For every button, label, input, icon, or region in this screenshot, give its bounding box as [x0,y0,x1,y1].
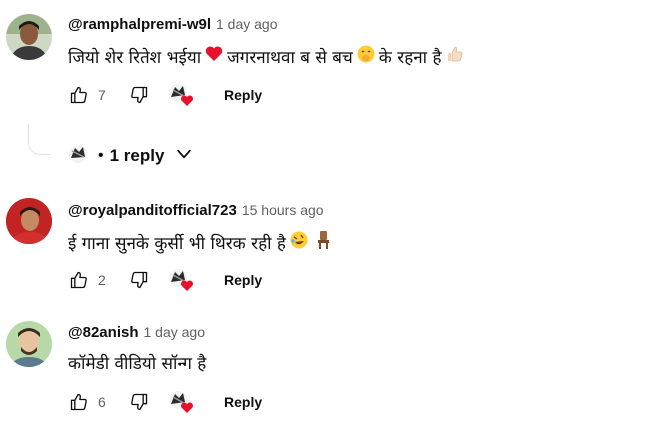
comment-header: @royalpanditofficial723 15 hours ago [68,202,324,219]
comment-header: @ramphalpremi-w9l 1 day ago [68,16,278,33]
avatar[interactable] [6,198,52,244]
comment-text: कॉमेडी वीडियो सॉन्ग है [68,351,206,374]
hand-over-mouth-emoji-icon [356,44,376,69]
reply-button[interactable]: Reply [224,272,262,288]
thumbs-down-icon[interactable] [128,391,150,413]
like-count: 7 [98,87,106,103]
author-handle[interactable]: @royalpanditofficial723 [68,202,237,219]
like-count: 6 [98,394,106,410]
chair-emoji-icon [315,230,333,255]
comment-text-part: ई गाना सुनके कुर्सी भी थिरक रही है [68,234,286,254]
comment-actions: 7 Reply [68,83,262,107]
creator-heart-icon[interactable] [166,267,196,293]
reply-button[interactable]: Reply [224,394,262,410]
creator-heart-icon[interactable] [166,82,196,108]
reply-button[interactable]: Reply [224,87,262,103]
comment-text: जियो शेर रितेश भईया जगरनाथवा ब से बच के … [68,44,468,69]
rolling-laughing-emoji-icon [289,230,309,255]
timestamp[interactable]: 15 hours ago [242,202,324,218]
comment-text: ई गाना सुनके कुर्सी भी थिरक रही है [68,230,336,255]
thumbs-up-icon[interactable] [68,84,90,106]
timestamp[interactable]: 1 day ago [216,16,278,32]
comment-header: @82anish 1 day ago [68,324,205,341]
timestamp[interactable]: 1 day ago [144,324,206,340]
replies-count-label: 1 reply [109,146,165,165]
thumbs-up-icon[interactable] [68,391,90,413]
view-replies-button[interactable]: • 1 reply [66,143,194,169]
author-handle[interactable]: @82anish [68,324,139,341]
thumbs-up-icon[interactable] [68,269,90,291]
avatar[interactable] [6,14,52,60]
creator-avatar-icon [66,143,90,170]
creator-heart-icon[interactable] [166,389,196,415]
comment-text-part: जगरनाथवा ब से बच [227,48,353,68]
thumbs-down-icon[interactable] [128,84,150,106]
comment-text-part: के रहना है [378,48,442,68]
thumbs-down-icon[interactable] [128,269,150,291]
comment-actions: 6 Reply [68,390,262,414]
chevron-down-icon [174,144,194,169]
author-handle[interactable]: @ramphalpremi-w9l [68,16,211,33]
separator-dot: • [98,147,104,164]
thumbs-up-light-skin-emoji-icon [445,44,465,69]
comment-text-part: कॉमेडी वीडियो सॉन्ग है [68,354,207,374]
red-heart-emoji-icon [204,44,224,69]
comment-actions: 2 Reply [68,268,262,292]
avatar[interactable] [6,321,52,367]
thread-connector [28,124,51,155]
comment-text-part: जियो शेर रितेश भईया [68,48,202,68]
like-count: 2 [98,272,106,288]
